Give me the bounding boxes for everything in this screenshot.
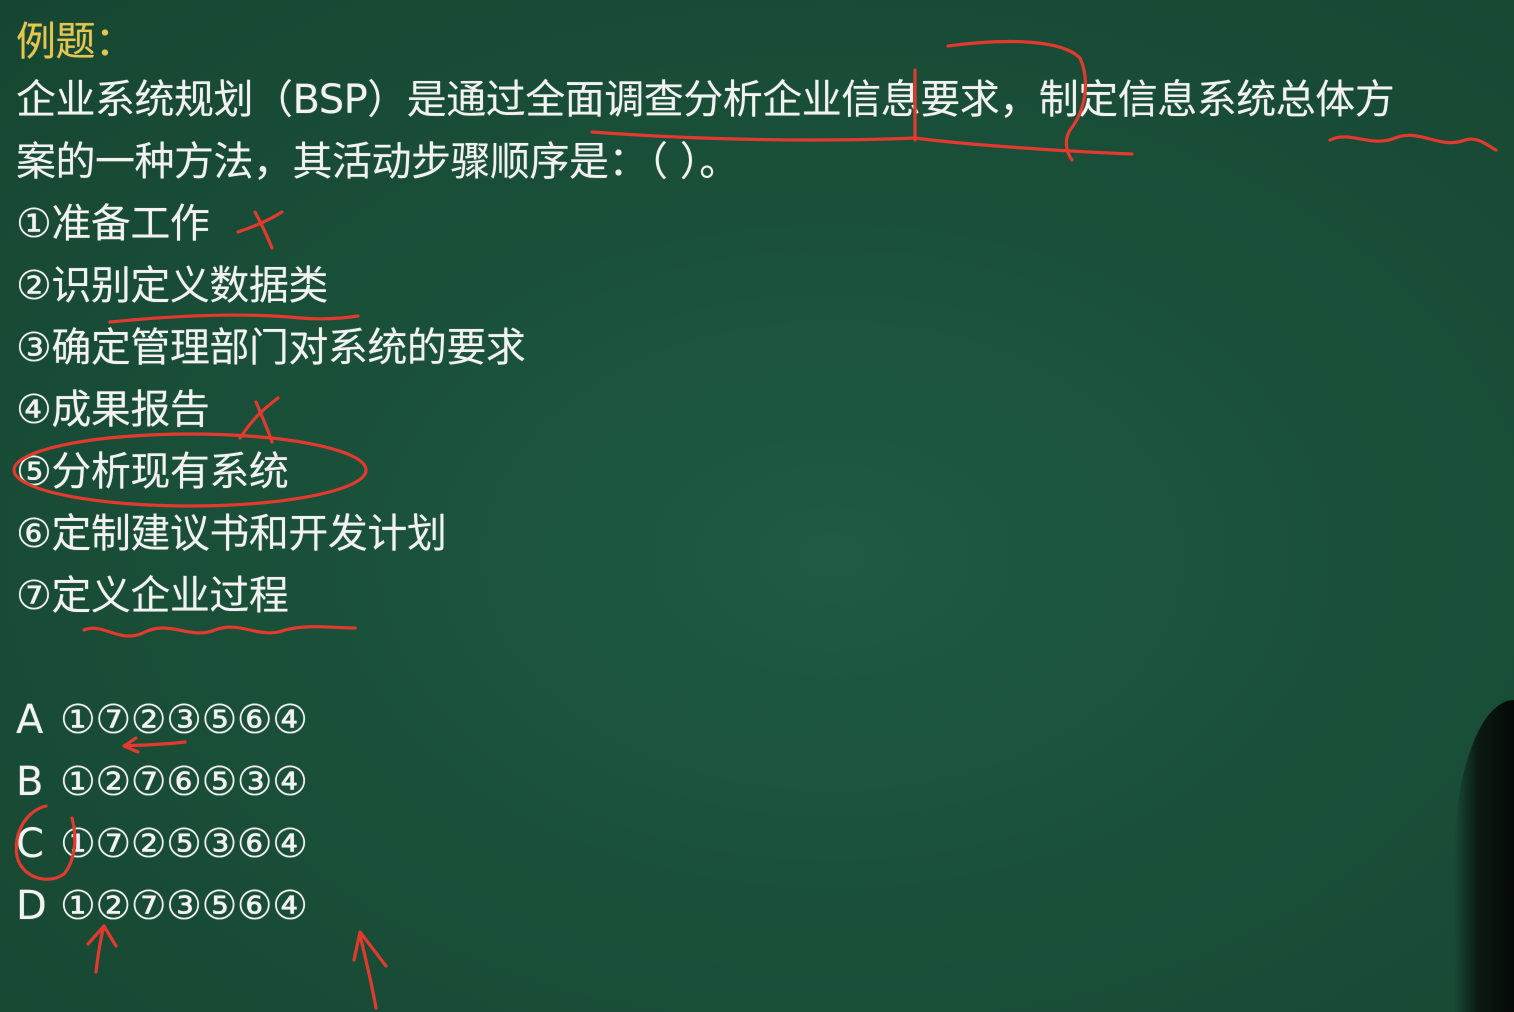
option-a: A ①⑦②③⑤⑥④	[16, 696, 308, 744]
step-2: ②识别定义数据类	[16, 263, 328, 309]
example-title: 例题：	[16, 19, 135, 65]
step-3: ③确定管理部门对系统的要求	[16, 325, 526, 371]
option-d-sequence: ①②⑦③⑤⑥④	[60, 883, 308, 929]
step-7: ⑦定义企业过程	[16, 573, 289, 619]
wave-overall-plan	[1328, 133, 1498, 152]
cross-mark-step1-b	[253, 210, 274, 250]
arrow-option-d-left	[86, 924, 118, 974]
step-1: ①准备工作	[16, 201, 210, 247]
step-4: ④成果报告	[16, 387, 210, 433]
question-line-1: 企业系统规划（BSP）是通过全面调查分析企业信息要求，制定信息系统总体方	[16, 77, 1395, 123]
option-b-sequence: ①②⑦⑥⑤③④	[60, 759, 308, 805]
chalkboard: 例题： 企业系统规划（BSP）是通过全面调查分析企业信息要求，制定信息系统总体方…	[0, 0, 1514, 1012]
option-a-sequence: ①⑦②③⑤⑥④	[60, 697, 308, 743]
cross-mark-step4-b	[254, 400, 274, 444]
option-a-letter: A	[16, 697, 43, 743]
option-b: B ①②⑦⑥⑤③④	[16, 758, 308, 806]
question-line-2: 案的一种方法，其活动步骤顺序是：（ ）。	[16, 139, 739, 185]
option-d-letter: D	[16, 883, 47, 929]
option-c-sequence: ①⑦②⑤③⑥④	[60, 821, 308, 867]
wave-step7	[82, 625, 357, 638]
option-d: D ①②⑦③⑤⑥④	[16, 882, 308, 930]
option-b-letter: B	[16, 759, 43, 805]
cross-mark-step4-a	[238, 396, 280, 440]
option-c: C ①⑦②⑤③⑥④	[16, 820, 308, 868]
underline-step2	[108, 313, 360, 324]
option-c-letter: C	[16, 821, 44, 867]
step-5: ⑤分析现有系统	[16, 449, 289, 495]
cross-mark-step1-a	[236, 210, 284, 234]
presenter-silhouette	[1454, 700, 1514, 1012]
arrow-option-d-right	[352, 930, 388, 1010]
step-6: ⑥定制建议书和开发计划	[16, 511, 447, 557]
